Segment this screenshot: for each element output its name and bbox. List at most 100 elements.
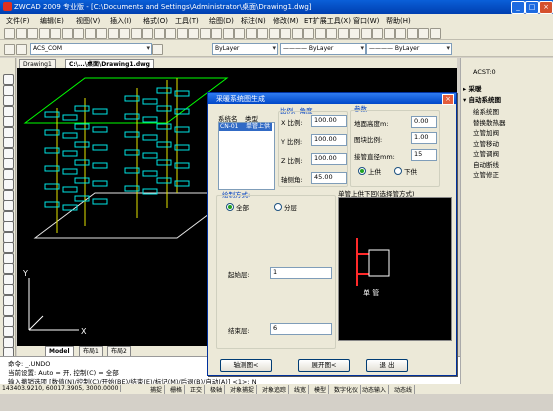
panel-item-0[interactable]: 绘系统图 — [473, 106, 499, 116]
draw-tool-8[interactable] — [3, 158, 14, 169]
menu-item-1[interactable]: 编辑(E) — [40, 16, 64, 26]
draw-tool-20[interactable] — [3, 284, 14, 295]
toolbar-button-36[interactable] — [418, 28, 429, 39]
draw-tool-19[interactable] — [3, 273, 14, 285]
draw-tool-17[interactable] — [3, 252, 14, 264]
toolbar-button-20[interactable] — [234, 28, 245, 39]
draw-tool-16[interactable] — [3, 242, 14, 253]
layer-state-icon[interactable] — [16, 44, 27, 55]
toolbar-button-12[interactable] — [142, 28, 153, 39]
menu-item-5[interactable]: 工具(T) — [175, 16, 199, 26]
status-toggle-3[interactable]: 极轴 — [210, 385, 226, 394]
layer-select[interactable]: ACS_COM — [30, 43, 152, 55]
draw-tool-13[interactable] — [3, 210, 14, 222]
draw-tool-1[interactable] — [3, 84, 14, 96]
status-toggle-7[interactable]: 模型 — [314, 385, 330, 394]
panel-item-2[interactable]: 立管加阀 — [473, 127, 499, 137]
draw-tool-22[interactable] — [3, 305, 14, 316]
color-select[interactable]: ByLayer — [212, 43, 278, 55]
linetype-select[interactable]: ———— ByLayer — [280, 43, 366, 55]
dialog-close-button[interactable]: × — [442, 94, 454, 105]
toolbar-button-15[interactable] — [176, 28, 188, 39]
panel-item-4[interactable]: 立管调阀 — [473, 148, 499, 158]
make-current-icon[interactable] — [152, 44, 163, 55]
toolbar-button-18[interactable] — [211, 28, 222, 39]
draw-tool-12[interactable] — [3, 200, 14, 211]
menu-item-0[interactable]: 文件(F) — [6, 16, 30, 26]
toolbar-button-37[interactable] — [429, 28, 441, 39]
panel-item-1[interactable]: 替换散热器 — [473, 117, 506, 127]
draw-tool-25[interactable] — [3, 336, 14, 348]
toolbar-button-13[interactable] — [153, 28, 165, 39]
draw-tool-0[interactable] — [3, 74, 14, 85]
status-toggle-1[interactable]: 栅格 — [170, 385, 186, 394]
status-toggle-10[interactable]: 动态线 — [394, 385, 416, 394]
toolbar-button-31[interactable] — [360, 28, 372, 39]
toolbar-button-25[interactable] — [291, 28, 303, 39]
menu-item-6[interactable]: 绘图(D) — [209, 16, 234, 26]
system-list[interactable]: CN-01 单管上供 — [218, 122, 275, 190]
toolbar-button-3[interactable] — [38, 28, 50, 39]
pipe-diameter-input[interactable]: 15 — [411, 149, 437, 161]
mode-all-radio[interactable] — [226, 203, 234, 211]
draw-tool-11[interactable] — [3, 189, 14, 201]
toolbar-button-32[interactable] — [372, 28, 383, 39]
start-layer-input[interactable]: 1 — [270, 267, 332, 279]
x-scale-input[interactable]: 100.00 — [311, 115, 347, 127]
status-toggle-9[interactable]: 动态输入 — [362, 385, 390, 394]
expanded-view-button[interactable]: 展开图< — [298, 359, 350, 372]
toolbar-button-5[interactable] — [61, 28, 73, 39]
end-layer-input[interactable]: 6 — [270, 323, 332, 335]
toolbar-button-8[interactable] — [96, 28, 107, 39]
toolbar-button-30[interactable] — [349, 28, 360, 39]
toolbar-button-0[interactable] — [4, 28, 15, 39]
toolbar-button-21[interactable] — [245, 28, 257, 39]
floor-height-input[interactable]: 0.00 — [411, 116, 437, 128]
toolbar-button-7[interactable] — [84, 28, 96, 39]
toolbar-button-14[interactable] — [165, 28, 176, 39]
minimize-button[interactable]: _ — [511, 1, 525, 14]
toolbar-button-28[interactable] — [326, 28, 337, 39]
menu-item-8[interactable]: 修改(M) — [273, 16, 299, 26]
lineweight-select[interactable]: ———— ByLayer — [366, 43, 452, 55]
menu-item-11[interactable]: 帮助(H) — [386, 16, 411, 26]
maximize-button[interactable]: □ — [525, 1, 539, 14]
draw-tool-24[interactable] — [3, 326, 14, 337]
menu-item-9[interactable]: ET扩展工具(X) — [304, 16, 351, 26]
supply-down-radio[interactable] — [394, 167, 402, 175]
draw-tool-15[interactable] — [3, 231, 14, 243]
panel-top-item[interactable]: ACST:0 — [473, 68, 496, 76]
panel-item-6[interactable]: 立管修正 — [473, 169, 499, 179]
toolbar-button-26[interactable] — [303, 28, 314, 39]
status-toggle-2[interactable]: 正交 — [190, 385, 206, 394]
draw-tool-6[interactable] — [3, 137, 14, 148]
list-item[interactable]: CN-01 单管上供 — [219, 123, 272, 131]
section-heating[interactable]: ▸ 采暖 — [463, 83, 482, 93]
block-scale-input[interactable]: 1.00 — [411, 132, 437, 144]
draw-tool-2[interactable] — [3, 95, 14, 106]
toolbar-button-6[interactable] — [73, 28, 84, 39]
draw-tool-7[interactable] — [3, 147, 14, 159]
menu-item-7[interactable]: 标注(N) — [241, 16, 266, 26]
angle-input[interactable]: 45.00 — [311, 172, 347, 184]
status-toggle-4[interactable]: 对象捕捉 — [230, 385, 258, 394]
toolbar-button-19[interactable] — [222, 28, 234, 39]
toolbar-button-34[interactable] — [395, 28, 406, 39]
supply-up-radio[interactable] — [358, 167, 366, 175]
panel-item-5[interactable]: 自动断线 — [473, 159, 499, 169]
status-toggle-0[interactable]: 捕捉 — [150, 385, 166, 394]
menu-item-10[interactable]: 窗口(W) — [353, 16, 379, 26]
draw-tool-23[interactable] — [3, 315, 14, 327]
axonometric-button[interactable]: 轴测图< — [220, 359, 272, 372]
toolbar-button-17[interactable] — [199, 28, 211, 39]
status-toggle-6[interactable]: 线宽 — [294, 385, 310, 394]
toolbar-button-35[interactable] — [406, 28, 418, 39]
toolbar-button-29[interactable] — [337, 28, 349, 39]
toolbar-button-1[interactable] — [15, 28, 27, 39]
toolbar-button-4[interactable] — [50, 28, 61, 39]
draw-tool-4[interactable] — [3, 116, 14, 127]
toolbar-button-27[interactable] — [314, 28, 326, 39]
menu-item-4[interactable]: 格式(O) — [143, 16, 168, 26]
draw-tool-14[interactable] — [3, 221, 14, 232]
draw-tool-10[interactable] — [3, 179, 14, 190]
